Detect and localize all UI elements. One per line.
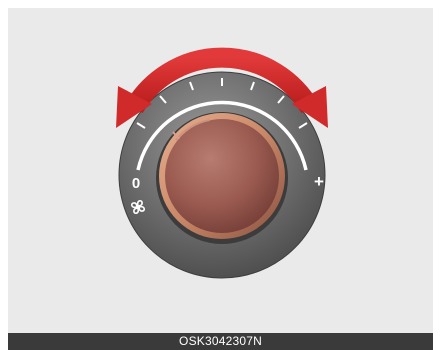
fan-icon	[131, 200, 145, 214]
fan-speed-knob[interactable]	[156, 112, 288, 244]
min-label: 0	[132, 175, 140, 192]
figure-frame: 0 + OSK3042307N	[0, 0, 442, 350]
caption-bar: OSK3042307N	[8, 333, 433, 350]
fan-speed-dial-illustration: 0 +	[116, 47, 328, 279]
max-label: +	[314, 172, 324, 191]
figure-code: OSK3042307N	[179, 334, 262, 348]
